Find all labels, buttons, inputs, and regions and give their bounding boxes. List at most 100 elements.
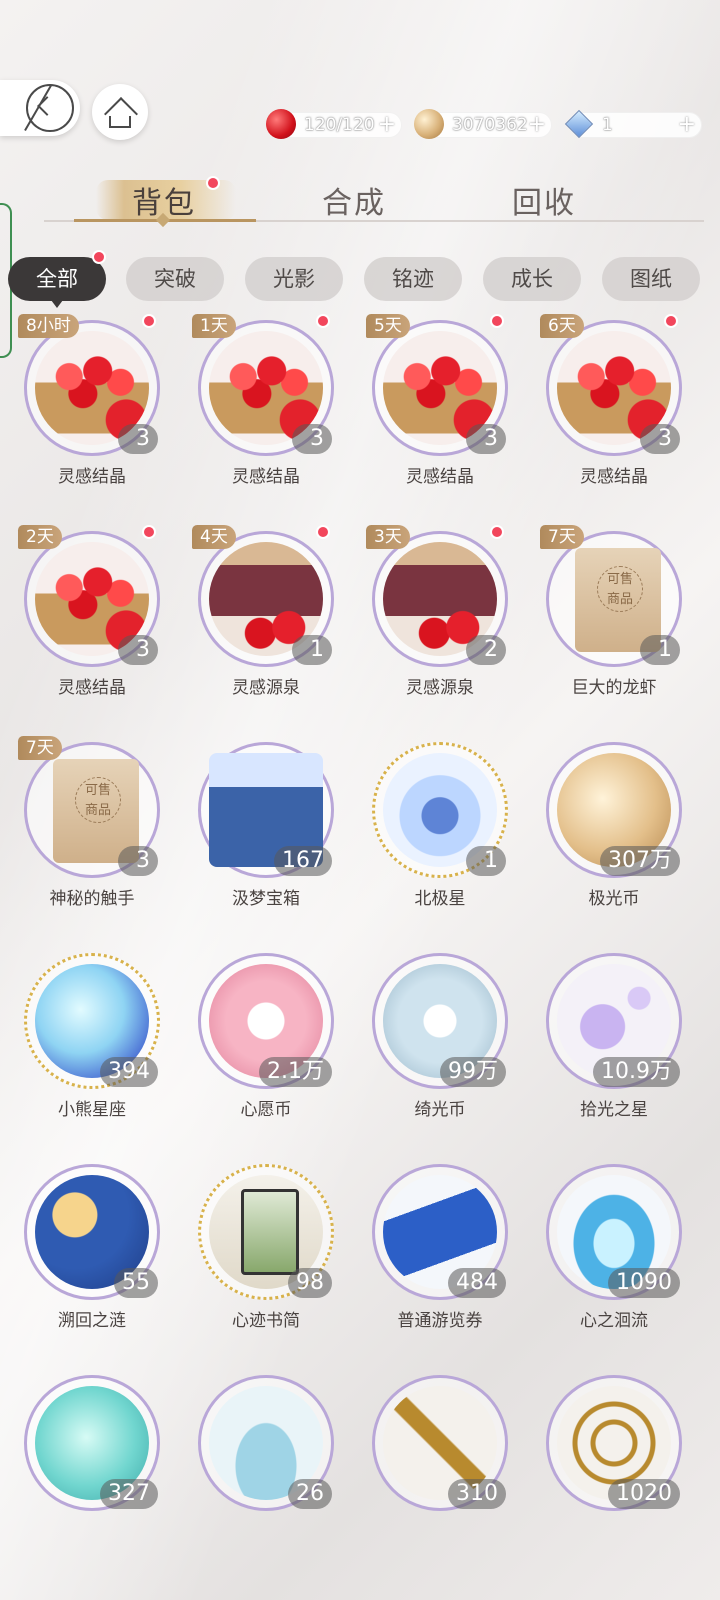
item-count: 3 [292, 424, 332, 454]
inventory-item[interactable]: 8小时 3 灵感结晶 [8, 312, 176, 512]
item-name: 灵感结晶 [406, 467, 474, 487]
inventory-item[interactable]: 99万绮光币 [356, 945, 524, 1145]
item-count: 484 [448, 1268, 506, 1298]
expiry-timer-badge: 7天 [540, 525, 584, 549]
inventory-item[interactable]: 55 溯回之涟 [8, 1156, 176, 1356]
coin-icon [414, 109, 444, 139]
expiry-timer-badge: 2天 [18, 525, 62, 549]
expiry-timer-badge: 7天 [18, 736, 62, 760]
new-item-dot [490, 525, 504, 539]
tab-backpack[interactable]: 背包 [132, 178, 196, 222]
item-name: 绮光币 [414, 1100, 466, 1120]
item-count: 394 [100, 1057, 158, 1087]
stamina-counter[interactable]: 120/120 + [266, 109, 402, 139]
chip-breakthrough[interactable]: 突破 [126, 257, 224, 301]
chip-growth[interactable]: 成长 [483, 257, 581, 301]
inventory-item[interactable]: 310 [356, 1367, 524, 1567]
inventory-item[interactable]: 2.1万 心愿币 [182, 945, 350, 1145]
expiry-timer-badge: 3天 [366, 525, 410, 549]
coin-counter[interactable]: 3070362 + [414, 109, 552, 139]
new-item-dot [664, 314, 678, 328]
item-count: 3 [118, 424, 158, 454]
item-name: 神秘的触手 [49, 889, 135, 909]
item-count: 3 [118, 846, 158, 876]
tab-recycle[interactable]: 回收 [512, 178, 576, 222]
item-name: 灵感结晶 [580, 467, 648, 487]
item-count: 3 [466, 424, 506, 454]
stamina-value: 120/120 [304, 115, 375, 135]
inventory-item[interactable]: 7天 3 神秘的触手 [8, 734, 176, 934]
inventory-item[interactable]: 1090 心之洄流 [530, 1156, 698, 1356]
item-name: 拾光之星 [580, 1100, 648, 1120]
item-name: 心迹书简 [232, 1311, 300, 1331]
item-count: 10.9万 [593, 1057, 680, 1087]
gem-value: 1 [602, 115, 613, 135]
chip-blueprint[interactable]: 图纸 [602, 257, 700, 301]
item-count: 3 [118, 635, 158, 665]
chip-all[interactable]: 全部 [8, 257, 106, 301]
tab-synthesize[interactable]: 合成 [322, 178, 386, 222]
inventory-item[interactable]: 327 [8, 1367, 176, 1567]
item-name: 小熊星座 [58, 1100, 126, 1120]
chip-inscription[interactable]: 铭迹 [364, 257, 462, 301]
inventory-item[interactable]: 3天 2 灵感源泉 [356, 523, 524, 723]
item-count: 1090 [608, 1268, 680, 1298]
inventory-item[interactable]: 5天 3 灵感结晶 [356, 312, 524, 512]
item-count: 167 [274, 846, 332, 876]
item-count: 1 [466, 846, 506, 876]
item-name: 极光币 [588, 889, 640, 909]
item-count: 1020 [608, 1479, 680, 1509]
inventory-item[interactable]: 484 普通游览券 [356, 1156, 524, 1356]
new-item-dot [316, 525, 330, 539]
item-count: 26 [288, 1479, 332, 1509]
item-name: 普通游览券 [397, 1311, 483, 1331]
coin-value: 3070362 [452, 115, 528, 135]
item-name: 北极星 [414, 889, 466, 909]
item-name: 溯回之涟 [58, 1311, 126, 1331]
inventory-item[interactable]: 394 小熊星座 [8, 945, 176, 1145]
inventory-item[interactable]: 4天 1 灵感源泉 [182, 523, 350, 723]
gem-icon [564, 109, 594, 139]
item-name: 巨大的龙虾 [571, 678, 657, 698]
item-count: 99万 [440, 1057, 506, 1087]
new-item-dot [490, 314, 504, 328]
inventory-item[interactable]: 1天 3 灵感结晶 [182, 312, 350, 512]
item-name: 灵感结晶 [58, 467, 126, 487]
new-item-dot [142, 525, 156, 539]
inventory-item[interactable]: 6天 3 灵感结晶 [530, 312, 698, 512]
item-name: 心之洄流 [580, 1311, 648, 1331]
inventory-item[interactable]: 1020 [530, 1367, 698, 1567]
item-name: 灵感结晶 [58, 678, 126, 698]
item-name: 灵感结晶 [232, 467, 300, 487]
item-count: 1 [292, 635, 332, 665]
new-item-dot [316, 314, 330, 328]
new-item-dot [142, 314, 156, 328]
item-count: 310 [448, 1479, 506, 1509]
inventory-item[interactable]: 167 汲梦宝箱 [182, 734, 350, 934]
expiry-timer-badge: 5天 [366, 314, 410, 338]
item-count: 327 [100, 1479, 158, 1509]
home-button[interactable] [92, 84, 148, 140]
expiry-timer-badge: 4天 [192, 525, 236, 549]
inventory-item[interactable]: 7天 1 巨大的龙虾 [530, 523, 698, 723]
inventory-item[interactable]: 307万极光币 [530, 734, 698, 934]
chip-light-shadow[interactable]: 光影 [245, 257, 343, 301]
inventory-item[interactable]: 10.9万拾光之星 [530, 945, 698, 1145]
item-count: 2 [466, 635, 506, 665]
item-count: 3 [640, 424, 680, 454]
expiry-timer-badge: 1天 [192, 314, 236, 338]
inventory-item[interactable]: 1 北极星 [356, 734, 524, 934]
apple-icon [266, 109, 296, 139]
back-icon [26, 84, 74, 132]
back-button[interactable] [0, 80, 80, 136]
inventory-item[interactable]: 98 心迹书简 [182, 1156, 350, 1356]
tab-backpack-notification-dot [206, 176, 220, 190]
item-name: 灵感源泉 [232, 678, 300, 698]
inventory-item[interactable]: 2天 3 灵感结晶 [8, 523, 176, 723]
gem-counter[interactable]: 1 + [570, 112, 702, 138]
add-gem-button[interactable]: + [678, 112, 696, 137]
add-coin-button[interactable]: + [528, 112, 546, 137]
add-stamina-button[interactable]: + [378, 112, 396, 137]
item-count: 307万 [600, 846, 680, 876]
inventory-item[interactable]: 26 [182, 1367, 350, 1567]
